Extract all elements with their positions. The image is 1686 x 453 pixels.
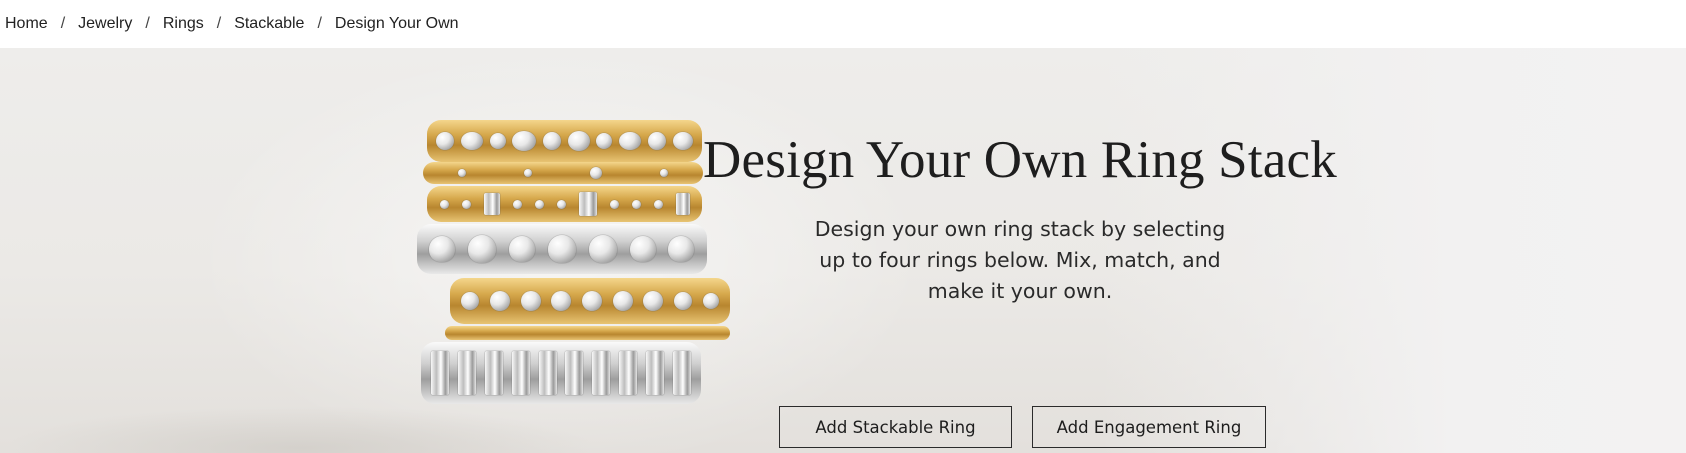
ring-gold-plain-band xyxy=(445,326,730,340)
ring-stack-image xyxy=(415,120,735,450)
ring-gold-round-eternity xyxy=(450,278,730,324)
ring-platinum-hearts xyxy=(417,224,707,274)
hero-title: Design Your Own Ring Stack xyxy=(703,131,1337,189)
breadcrumb-separator: / xyxy=(317,15,322,32)
hero-description: Design your own ring stack by selecting … xyxy=(814,217,1226,303)
breadcrumb-separator: / xyxy=(216,15,222,32)
breadcrumb-home-link[interactable]: Home xyxy=(5,15,48,33)
breadcrumb-rings-link[interactable]: Rings xyxy=(163,15,204,33)
ring-gold-mixed-shape xyxy=(427,120,702,162)
ring-platinum-emerald-eternity xyxy=(421,342,701,404)
add-engagement-ring-button[interactable]: Add Engagement Ring xyxy=(1032,406,1266,448)
hero-banner: Design Your Own Ring Stack Design your o… xyxy=(0,48,1686,453)
breadcrumb-separator: / xyxy=(145,15,150,32)
breadcrumb-stackable-link[interactable]: Stackable xyxy=(234,15,304,33)
add-stackable-ring-button[interactable]: Add Stackable Ring xyxy=(779,406,1012,448)
breadcrumb-current-page: Design Your Own xyxy=(334,15,459,32)
breadcrumb-jewelry-link[interactable]: Jewelry xyxy=(78,15,132,33)
breadcrumb-separator: / xyxy=(60,15,66,32)
breadcrumb: Home / Jewelry / Rings / Stackable / Des… xyxy=(0,0,1686,48)
ring-gold-emerald-cut xyxy=(427,186,702,222)
ring-gold-thin-band xyxy=(423,162,703,184)
